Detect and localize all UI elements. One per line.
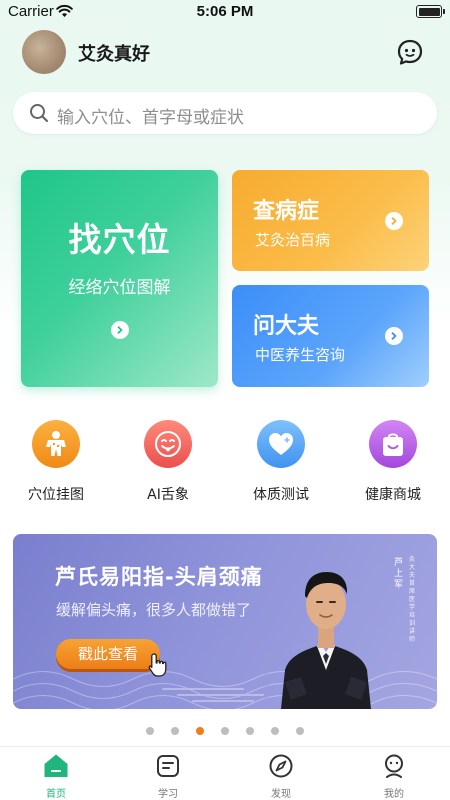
- card-title: 查病症: [253, 199, 320, 224]
- bottom-tab-bar: 首页 学习 发现 我的: [0, 746, 450, 800]
- tab-label: 学习: [158, 789, 178, 800]
- study-icon: [157, 755, 179, 777]
- pager-dot[interactable]: [296, 727, 305, 735]
- pager-dot[interactable]: [246, 727, 255, 735]
- banner-subtitle: 缓解偏头痛，很多人都做错了: [56, 601, 252, 619]
- tab-home[interactable]: 首页: [0, 747, 112, 800]
- card-title: 问大夫: [253, 314, 320, 339]
- acupoint-figure-icon: [32, 420, 80, 468]
- banner-pager: [0, 720, 450, 735]
- tab-study[interactable]: 学习: [112, 747, 224, 800]
- promo-banner[interactable]: 芦氏易阳指-头肩颈痛 缓解偏头痛，很多人都做错了 戳此查看 芦上军 灸大夫首席医…: [13, 534, 437, 709]
- check-disease-card[interactable]: 查病症 艾灸治百病: [232, 170, 429, 271]
- banner-view-button[interactable]: 戳此查看: [56, 639, 160, 669]
- avatar[interactable]: [22, 30, 66, 74]
- profile-icon: [385, 754, 403, 778]
- clock: 5:06 PM: [196, 3, 254, 20]
- username[interactable]: 艾灸真好: [78, 40, 150, 66]
- card-title: 找穴位: [68, 220, 171, 259]
- search-bar[interactable]: 输入穴位、首字母或症状: [13, 92, 437, 134]
- tab-label: 首页: [46, 789, 66, 800]
- quick-function-label: AI舌象: [147, 487, 189, 503]
- card-subtitle: 艾灸治百病: [255, 231, 331, 249]
- lecturer-name: 芦上军: [394, 558, 404, 590]
- search-icon: [30, 104, 49, 123]
- tongue-face-icon: [144, 420, 192, 468]
- pager-dot[interactable]: [145, 727, 154, 735]
- tab-label: 我的: [384, 789, 404, 800]
- status-bar: Carrier 5:06 PM: [0, 0, 450, 24]
- tab-profile[interactable]: 我的: [338, 747, 450, 800]
- lecturer-caption: 灸大夫首席医学培训讲师: [409, 556, 416, 643]
- heart-icon: [257, 420, 305, 468]
- pager-dot[interactable]: [271, 727, 280, 735]
- arrow-right-icon: [385, 327, 403, 345]
- pager-dot-active[interactable]: [195, 727, 204, 735]
- find-acupoint-card[interactable]: 找穴位 经络穴位图解: [21, 170, 218, 387]
- quick-function-label: 穴位挂图: [28, 487, 84, 503]
- home-icon: [44, 754, 68, 777]
- pointer-hand-icon: [148, 653, 167, 677]
- shopping-bag-icon: [369, 420, 417, 468]
- quick-function-label: 体质测试: [253, 487, 309, 503]
- pager-dot[interactable]: [170, 727, 179, 735]
- tab-label: 发现: [271, 789, 291, 800]
- message-icon[interactable]: [396, 38, 424, 66]
- search-input[interactable]: 输入穴位、首字母或症状: [57, 103, 244, 128]
- battery-icon: [416, 5, 445, 18]
- arrow-right-icon: [111, 321, 129, 339]
- banner-title: 芦氏易阳指-头肩颈痛: [55, 565, 263, 589]
- lecturer-photo: [281, 572, 371, 709]
- card-subtitle: 中医养生咨询: [255, 346, 346, 364]
- compass-icon: [269, 754, 293, 778]
- arrow-right-icon: [385, 212, 403, 230]
- tab-discover[interactable]: 发现: [225, 747, 337, 800]
- ask-doctor-card[interactable]: 问大夫 中医养生咨询: [232, 285, 429, 387]
- card-subtitle: 经络穴位图解: [68, 278, 171, 298]
- quick-function-label: 健康商城: [365, 487, 421, 503]
- pager-dot[interactable]: [221, 727, 229, 735]
